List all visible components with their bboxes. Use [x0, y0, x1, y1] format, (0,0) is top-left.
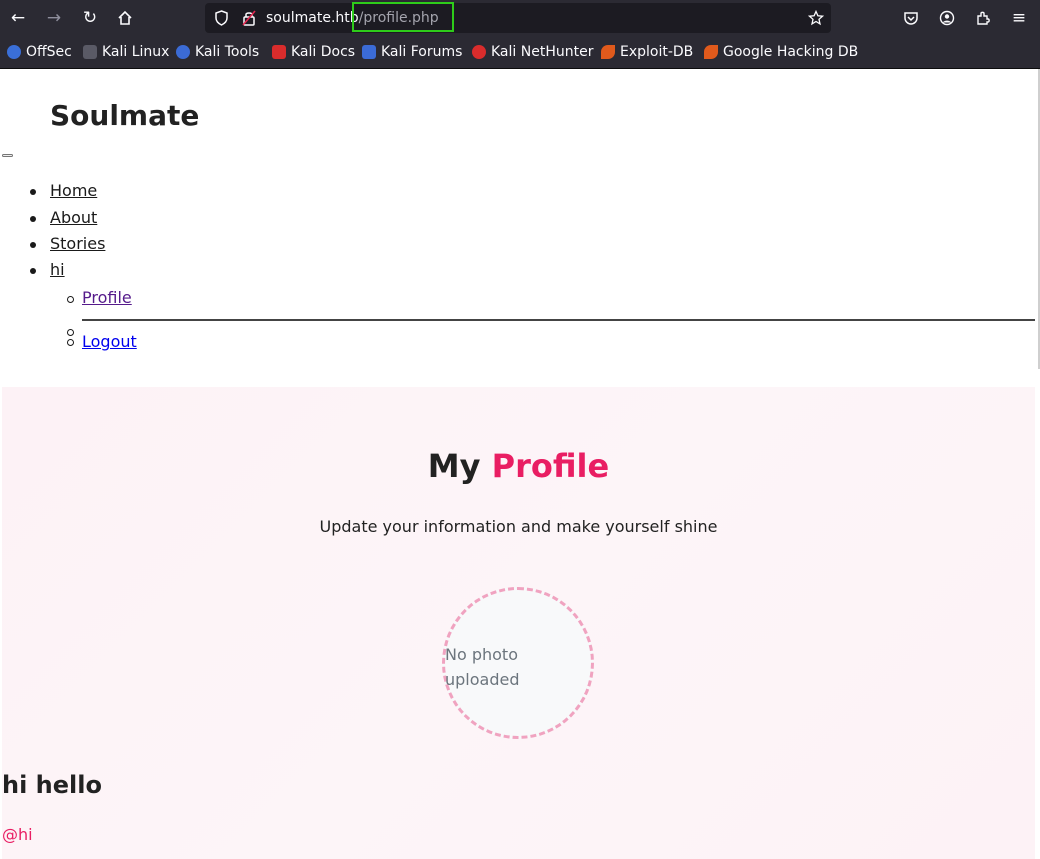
pocket-icon[interactable]: [897, 4, 925, 32]
shield-icon[interactable]: [214, 3, 229, 33]
bookmark-kali-forums[interactable]: Kali Forums: [362, 36, 462, 68]
ghdb-icon: [704, 45, 718, 59]
submenu-bullet: [67, 296, 74, 303]
bookmark-kali-docs[interactable]: Kali Docs: [272, 36, 355, 68]
kali-forums-icon: [362, 45, 376, 59]
no-photo-text: No photo uploaded: [445, 645, 520, 689]
submenu-link-profile[interactable]: Profile: [82, 288, 132, 307]
nav-item-user: hi: [30, 260, 65, 279]
lock-warning-icon[interactable]: [242, 3, 256, 33]
offsec-icon: [7, 45, 21, 59]
extensions-icon[interactable]: [969, 4, 997, 32]
bookmark-label: Exploit-DB: [620, 44, 694, 60]
back-arrow-icon[interactable]: ←: [4, 4, 32, 32]
nav-link-home[interactable]: Home: [50, 181, 97, 200]
submenu-bullet: [67, 329, 74, 336]
bookmark-label: Kali NetHunter: [491, 44, 594, 60]
url-path-highlight-box: [352, 2, 454, 32]
bookmark-kali-tools[interactable]: Kali Tools: [176, 36, 259, 68]
kali-nethunter-icon: [472, 45, 486, 59]
bookmark-label: OffSec: [26, 44, 72, 60]
submenu-bullet: [67, 339, 74, 346]
nav-item-home: Home: [29, 181, 97, 200]
bookmark-exploit-db[interactable]: Exploit-DB: [601, 36, 693, 68]
bookmark-kali-linux[interactable]: Kali Linux: [83, 36, 169, 68]
bookmark-label: Kali Linux: [102, 44, 170, 60]
submenu-divider: [82, 319, 1035, 321]
menu-icon[interactable]: ≡: [1005, 4, 1033, 32]
bookmark-star-icon[interactable]: [808, 3, 824, 33]
url-host: soulmate.htb: [266, 10, 359, 26]
nav-link-stories[interactable]: Stories: [50, 234, 105, 253]
bookmark-label: Kali Tools: [195, 44, 260, 60]
bookmark-google-hacking-db[interactable]: Google Hacking DB: [704, 36, 858, 68]
address-bar[interactable]: soulmate.htb/profile.php: [205, 3, 831, 33]
kali-tools-icon: [176, 45, 190, 59]
bookmarks-bar: OffSec Kali Linux Kali Tools Kali Docs K…: [0, 36, 1040, 69]
menu-toggle-button[interactable]: [2, 154, 13, 157]
forward-arrow-icon[interactable]: →: [40, 4, 68, 32]
profile-photo-placeholder[interactable]: No photo uploaded: [442, 587, 594, 739]
profile-handle: @hi: [2, 825, 33, 844]
kali-docs-icon: [272, 45, 286, 59]
home-icon[interactable]: [111, 4, 139, 32]
bookmark-label: Kali Forums: [381, 44, 463, 60]
title-plain: My: [427, 447, 481, 485]
account-icon[interactable]: [933, 4, 961, 32]
nav-link-user[interactable]: hi: [50, 260, 65, 279]
profile-section: My Profile Update your information and m…: [2, 387, 1035, 859]
kali-dragon-icon: [83, 45, 97, 59]
nav-link-about[interactable]: About: [50, 208, 97, 227]
bookmark-label: Kali Docs: [291, 44, 356, 60]
page-title: My Profile: [2, 447, 1035, 485]
nav-item-stories: Stories: [29, 234, 105, 253]
bookmark-label: Google Hacking DB: [723, 44, 859, 60]
exploit-db-icon: [601, 45, 615, 59]
submenu-link-logout[interactable]: Logout: [82, 332, 137, 351]
reload-icon[interactable]: ↻: [76, 4, 104, 32]
site-brand[interactable]: Soulmate: [50, 99, 199, 132]
page-subtitle: Update your information and make yoursel…: [319, 517, 718, 536]
bookmark-offsec[interactable]: OffSec: [7, 36, 72, 68]
bookmark-kali-nethunter[interactable]: Kali NetHunter: [472, 36, 593, 68]
profile-name: hi hello: [2, 771, 102, 799]
page-content: Soulmate Home About Stories hi Profile L…: [0, 69, 1040, 859]
nav-item-about: About: [29, 208, 97, 227]
browser-toolbar: ← → ↻ soulmate.htb/profile.php ≡: [0, 0, 1040, 36]
title-accent: Profile: [491, 447, 610, 485]
